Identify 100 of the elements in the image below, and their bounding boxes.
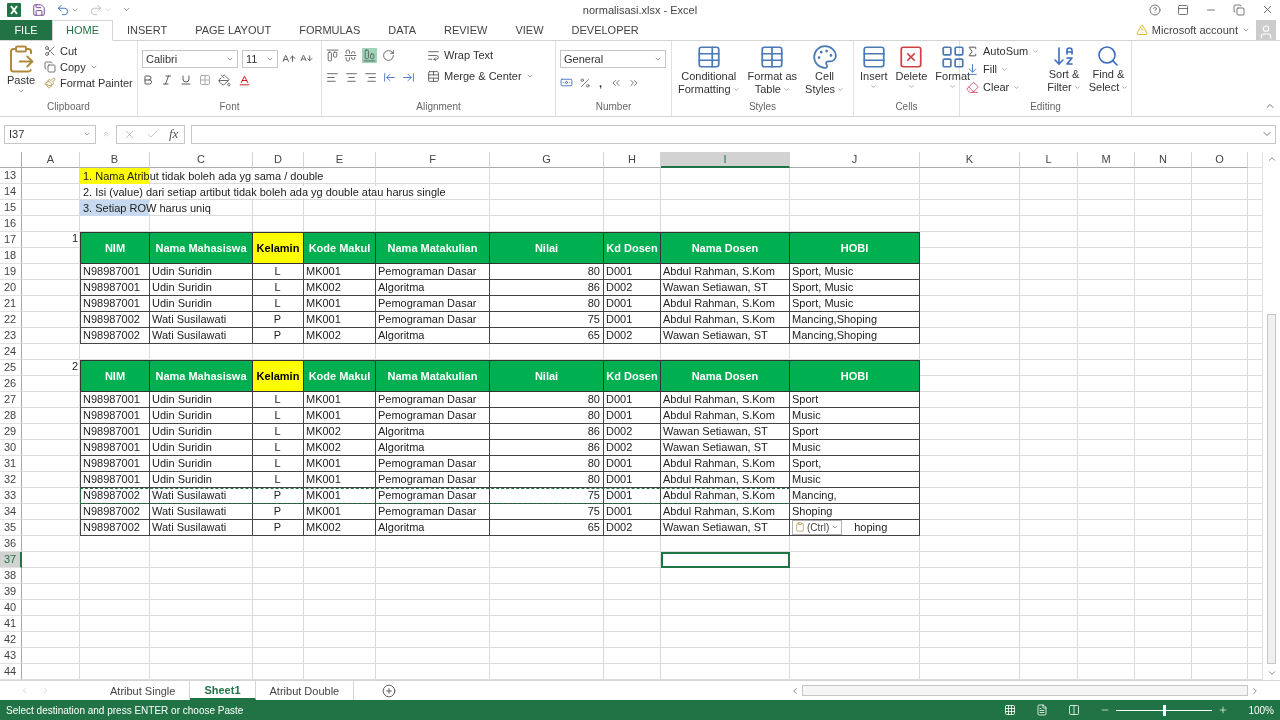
search-icon[interactable] <box>1096 43 1121 68</box>
align-left-icon[interactable] <box>326 70 339 84</box>
column-header[interactable]: B <box>80 151 150 168</box>
column-header[interactable]: F <box>376 151 490 168</box>
font-size-select[interactable]: 11 <box>242 49 278 68</box>
column-header[interactable]: H <box>604 151 661 168</box>
conditional-format-icon[interactable] <box>695 43 722 70</box>
editing-button[interactable]: Find & Select <box>1086 43 1131 101</box>
palette-icon[interactable] <box>811 43 838 70</box>
font-color-icon[interactable] <box>238 73 251 87</box>
grid-icon[interactable] <box>939 43 966 70</box>
table-icon[interactable] <box>759 43 786 70</box>
caret-icon[interactable] <box>870 82 878 90</box>
clipboard-icon[interactable] <box>795 522 805 533</box>
cells-button[interactable]: Insert <box>858 43 890 101</box>
zoom-in-icon[interactable] <box>1218 705 1229 715</box>
name-box[interactable]: I37 <box>4 124 96 144</box>
comma-style-button[interactable]: , <box>597 75 605 90</box>
warning-icon[interactable] <box>1135 23 1148 36</box>
column-header[interactable]: G <box>490 151 604 168</box>
formula-input[interactable] <box>191 124 1276 144</box>
paste-button[interactable]: Paste <box>4 43 38 101</box>
ribbon-tab[interactable]: HOME <box>52 19 113 41</box>
sigma-icon[interactable] <box>966 44 979 58</box>
scroll-thumb[interactable] <box>1267 313 1276 665</box>
column-header[interactable]: D <box>253 151 304 168</box>
merge-icon[interactable] <box>427 69 440 83</box>
delete-icon[interactable] <box>898 43 925 70</box>
sheet-tab[interactable]: Sheet1 <box>190 681 256 700</box>
restore-icon[interactable] <box>1233 4 1245 16</box>
select-all-button[interactable] <box>0 151 22 168</box>
zoom-level[interactable]: 100% <box>1248 704 1274 716</box>
styles-button[interactable]: Cell Styles <box>803 43 847 101</box>
editing-button[interactable]: Sort & Filter <box>1045 43 1083 101</box>
percent-icon[interactable] <box>579 76 591 89</box>
zoom-thumb[interactable] <box>1163 704 1167 716</box>
insert-function-button[interactable]: fx <box>169 126 179 143</box>
underline-icon[interactable] <box>180 74 192 87</box>
ribbon-tab[interactable]: FILE <box>0 19 52 40</box>
caret-icon[interactable] <box>1121 83 1129 91</box>
column-header[interactable]: N <box>1135 151 1192 168</box>
column-header[interactable]: I <box>661 151 790 168</box>
font-name-select[interactable]: Calibri <box>142 49 238 68</box>
caret-icon[interactable] <box>732 85 740 93</box>
active-cell[interactable] <box>661 551 790 568</box>
page-layout-icon[interactable] <box>1036 704 1049 716</box>
cut-button[interactable]: Cut <box>42 43 135 58</box>
middle-align-icon[interactable] <box>344 48 357 62</box>
account-button[interactable]: Microsoft account <box>1129 19 1256 40</box>
help-icon[interactable] <box>1149 4 1161 16</box>
orientation-icon[interactable] <box>382 48 395 62</box>
styles-button[interactable]: Format as Table <box>745 43 800 101</box>
top-align-icon[interactable] <box>326 48 339 62</box>
paintbrush-icon[interactable] <box>44 76 56 89</box>
cells-button[interactable]: Delete <box>893 43 930 101</box>
number-format-select[interactable]: General <box>560 49 666 68</box>
caret-icon[interactable] <box>71 6 79 14</box>
caret-icon[interactable] <box>837 85 845 93</box>
caret-icon[interactable] <box>1032 47 1040 55</box>
italic-icon[interactable] <box>161 74 173 87</box>
scroll-right-icon[interactable] <box>1250 685 1260 696</box>
caret-icon[interactable] <box>949 82 957 90</box>
merge-center-button[interactable]: Merge & Center <box>425 68 536 84</box>
column-header[interactable]: K <box>920 151 1020 168</box>
column-header[interactable]: C <box>150 151 253 168</box>
wrap-text-button[interactable]: Wrap Text <box>425 47 536 63</box>
increase-indent-icon[interactable] <box>402 70 415 84</box>
normal-view-icon[interactable] <box>1004 704 1017 716</box>
redo-icon[interactable] <box>89 3 103 17</box>
format-painter-button[interactable]: Format Painter <box>42 75 135 90</box>
scroll-thumb[interactable] <box>802 685 1248 697</box>
caret-icon[interactable] <box>1013 83 1021 91</box>
caret-icon[interactable] <box>1001 65 1009 73</box>
eraser-icon[interactable] <box>966 80 979 94</box>
column-header[interactable]: J <box>790 151 920 168</box>
copy-icon[interactable] <box>44 60 56 73</box>
wrap-text-icon[interactable] <box>427 48 440 62</box>
styles-button[interactable]: Conditional Formatting <box>676 43 742 101</box>
column-header[interactable]: L <box>1020 151 1078 168</box>
page-break-icon[interactable] <box>1068 704 1081 716</box>
column-header[interactable]: E <box>304 151 376 168</box>
rows-icon[interactable] <box>860 43 887 70</box>
copy-button[interactable]: Copy <box>42 59 135 74</box>
borders-icon[interactable] <box>199 74 211 87</box>
column-header[interactable]: A <box>22 151 80 168</box>
bold-icon[interactable] <box>142 74 154 87</box>
column-header[interactable]: O <box>1192 151 1248 168</box>
align-center-icon[interactable] <box>345 70 358 84</box>
undo-icon[interactable] <box>56 3 70 17</box>
decrease-indent-icon[interactable] <box>383 70 396 84</box>
fill-color-icon[interactable] <box>218 73 231 87</box>
scissors-icon[interactable] <box>44 44 56 57</box>
save-icon[interactable] <box>32 3 46 17</box>
column-header[interactable]: M <box>1078 151 1135 168</box>
caret-icon[interactable] <box>1073 83 1081 91</box>
bottom-align-button[interactable] <box>362 47 377 63</box>
align-right-icon[interactable] <box>364 70 377 84</box>
caret-icon[interactable] <box>907 82 915 90</box>
scroll-left-icon[interactable] <box>790 685 800 696</box>
caret-icon[interactable] <box>783 85 790 93</box>
